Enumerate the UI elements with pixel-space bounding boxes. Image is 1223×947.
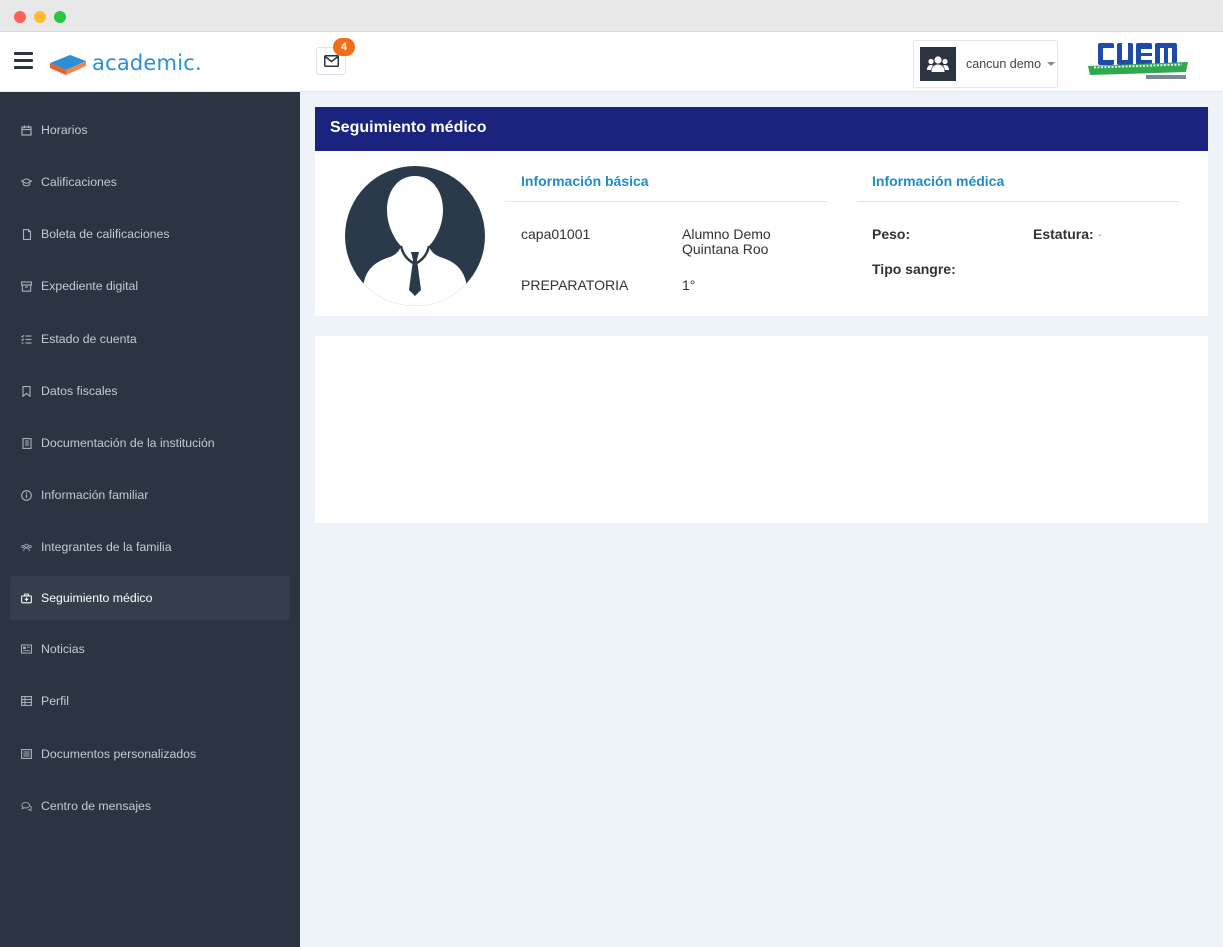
app-logo[interactable]: academic. [48,48,202,78]
user-name: cancun demo [966,57,1042,71]
weight-label: Peso: [872,226,911,242]
list-alt-icon [21,749,32,760]
users-avatar-icon [920,47,956,81]
envelope-icon [323,55,339,67]
sidebar-item-label: Boleta de calificaciones [41,227,170,241]
book-icon [21,437,32,449]
hamburger-menu-icon[interactable] [14,52,33,70]
sidebar-item-documentos-personalizados[interactable]: Documentos personalizados [10,732,290,776]
sidebar-item-label: Calificaciones [41,175,117,189]
sidebar-item-noticias[interactable]: Noticias [10,627,290,671]
list-check-icon [21,334,32,345]
sidebar-item-label: Perfil [41,694,70,708]
sidebar-item-label: Seguimiento médico [41,591,153,605]
comments-icon [21,801,32,812]
sidebar-item-documentacion[interactable]: Documentación de la institución [10,421,290,465]
sidebar-item-label: Documentos personalizados [41,747,197,761]
student-id: capa01001 [521,226,591,242]
sidebar-item-informacion-familiar[interactable]: Información familiar [10,473,290,517]
sidebar-item-label: Noticias [41,642,85,656]
window-maximize-button[interactable] [54,11,66,23]
medical-records-panel [315,336,1208,523]
sidebar-item-estado-de-cuenta[interactable]: Estado de cuenta [10,317,290,361]
graduation-cap-icon [21,177,32,188]
student-grade: 1° [682,277,696,293]
basic-info-title: Información básica [521,173,649,189]
chevron-down-icon [1047,62,1056,66]
divider [506,201,827,202]
sidebar-item-integrantes[interactable]: Integrantes de la familia [10,525,290,569]
sidebar-item-datos-fiscales[interactable]: Datos fiscales [10,369,290,413]
user-menu-dropdown[interactable]: cancun demo [913,40,1058,88]
bookmark-icon [21,385,32,397]
window-minimize-button[interactable] [34,11,46,23]
sidebar-item-label: Integrantes de la familia [41,540,172,554]
sidebar-item-expediente[interactable]: Expediente digital [10,264,290,308]
info-circle-icon [21,489,32,501]
logo-text: academic. [92,51,202,75]
sidebar-item-label: Expediente digital [41,279,139,293]
sidebar-item-label: Datos fiscales [41,384,118,398]
window-titlebar [0,0,1223,32]
student-name-line1: Alumno Demo [682,226,771,242]
sidebar-item-calificaciones[interactable]: Calificaciones [10,160,290,204]
messages-count-badge: 4 [333,38,355,56]
medkit-icon [21,593,32,604]
blood-type-label: Tipo sangre: [872,261,956,277]
archive-icon [21,280,32,292]
table-icon [21,696,32,707]
sidebar-item-label: Estado de cuenta [41,332,137,346]
divider [857,201,1179,202]
student-avatar [345,166,485,306]
users-icon [21,542,32,553]
school-logo [1088,43,1188,79]
page-title: Seguimiento médico [315,107,1208,151]
medical-tracking-panel: Seguimiento médico Información básica ca… [315,107,1208,316]
sidebar: Horarios Calificaciones Boleta de califi… [0,92,300,947]
sidebar-item-seguimiento-medico[interactable]: Seguimiento médico [10,576,290,620]
student-level: PREPARATORIA [521,277,629,293]
logo-book-icon [50,55,86,75]
sidebar-item-label: Documentación de la institución [41,436,215,450]
sidebar-item-horarios[interactable]: Horarios [10,108,290,152]
top-header: academic. 4 cancun demo [0,32,1223,92]
file-icon [21,228,32,240]
sidebar-item-perfil[interactable]: Perfil [10,679,290,723]
sidebar-item-label: Información familiar [41,488,149,502]
window-close-button[interactable] [14,11,26,23]
height-value: - [1098,230,1102,241]
newspaper-icon [21,644,32,655]
height-label: Estatura: [1033,226,1094,242]
sidebar-item-boleta[interactable]: Boleta de calificaciones [10,212,290,256]
calendar-icon [21,125,32,136]
medical-info-title: Información médica [872,173,1005,189]
sidebar-item-label: Centro de mensajes [41,799,152,813]
student-name-line2: Quintana Roo [682,241,769,257]
sidebar-item-centro-de-mensajes[interactable]: Centro de mensajes [10,784,290,828]
sidebar-item-label: Horarios [41,123,88,137]
